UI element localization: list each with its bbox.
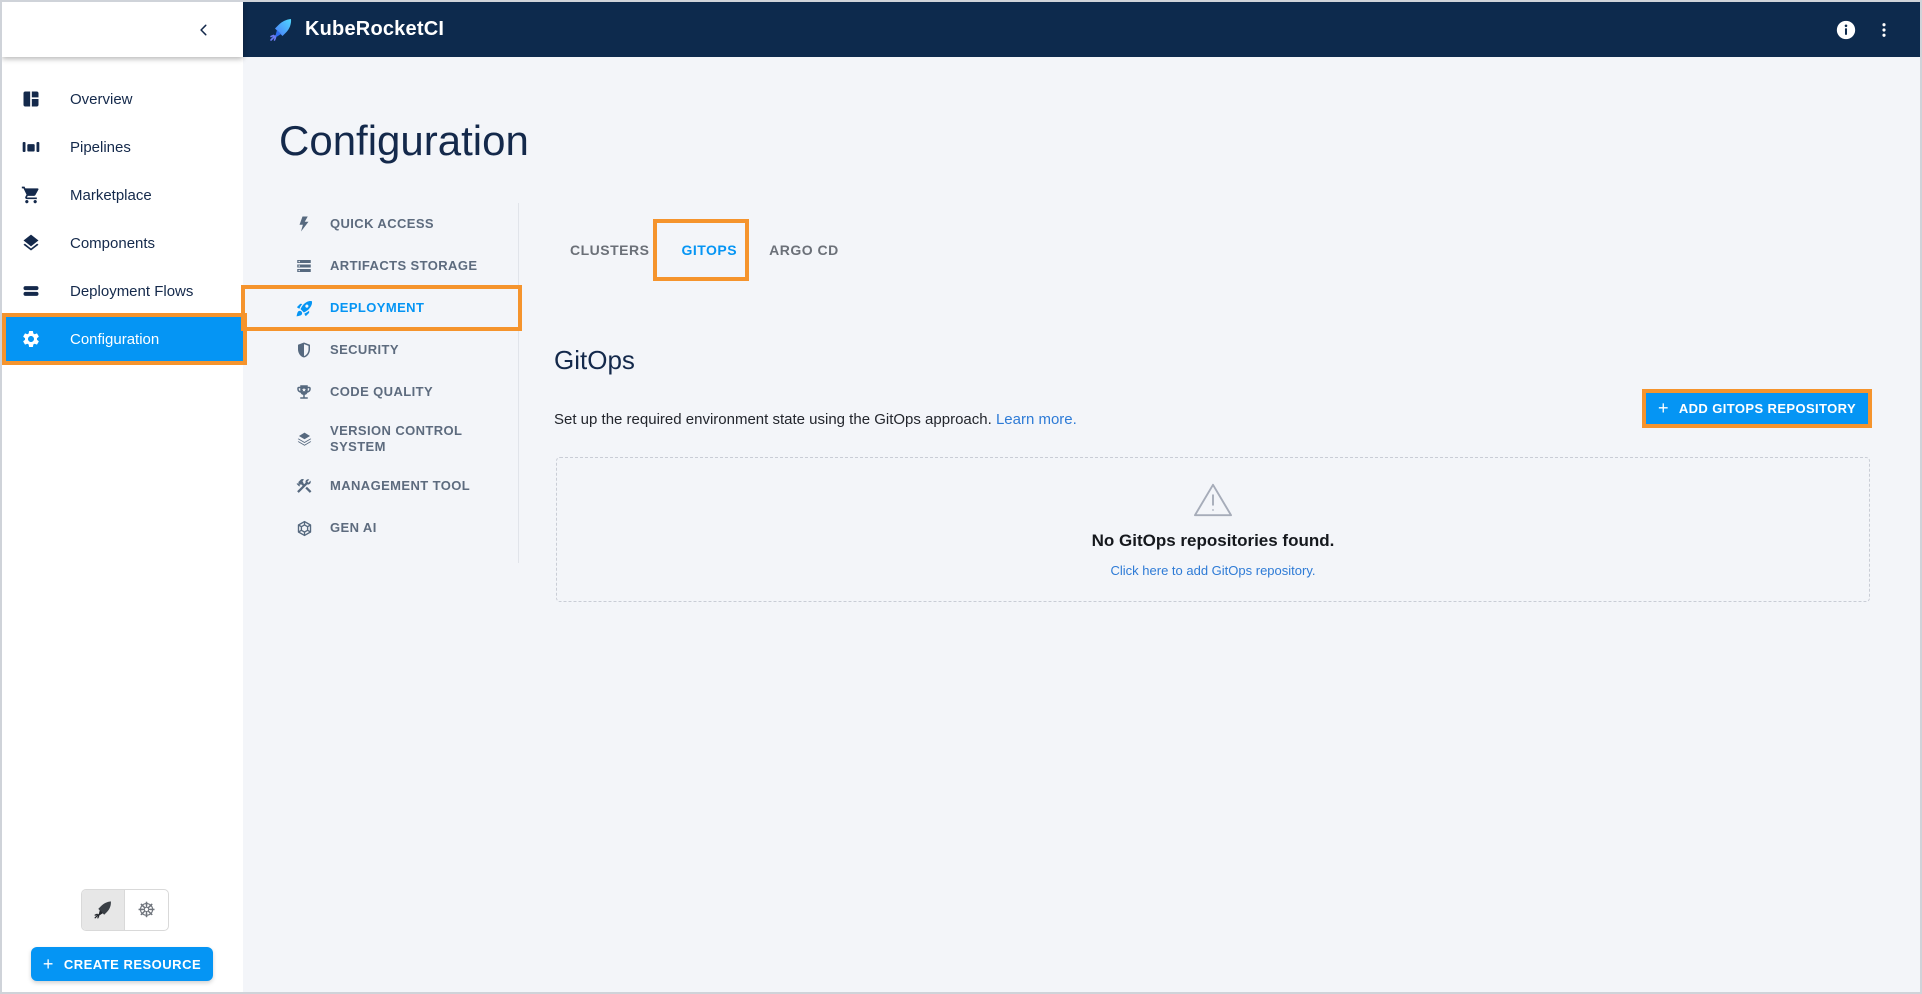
- storage-icon: [294, 256, 314, 276]
- bolt-icon: [294, 214, 314, 234]
- sidebar-item-pipelines[interactable]: Pipelines: [2, 125, 243, 169]
- sidebar-item-label: Marketplace: [70, 187, 152, 204]
- config-nav-security[interactable]: SECURITY: [243, 329, 518, 371]
- sidebar-item-label: Configuration: [70, 331, 159, 348]
- brand: KubeRocketCI: [267, 16, 444, 44]
- empty-state-add-link[interactable]: Click here to add GitOps repository.: [1111, 563, 1316, 578]
- sidebar-nav: Overview Pipelines Marketplace: [2, 57, 243, 361]
- annotation-add-gitops-repository: + ADD GITOPS REPOSITORY: [1642, 389, 1872, 428]
- shield-icon: [294, 340, 314, 360]
- pipelines-icon: [20, 136, 42, 158]
- sidebar-item-label: Components: [70, 235, 155, 252]
- sidebar-item-deployment-flows[interactable]: Deployment Flows: [2, 269, 243, 313]
- empty-state-title: No GitOps repositories found.: [1092, 531, 1335, 551]
- kubernetes-view-toggle[interactable]: ☸: [125, 890, 168, 930]
- gitops-empty-state: No GitOps repositories found. Click here…: [556, 457, 1870, 602]
- gitops-tabs: CLUSTERS GITOPS ARGO CD: [554, 235, 855, 265]
- kuberocketci-view-toggle[interactable]: [82, 890, 125, 930]
- plus-icon: +: [1658, 399, 1669, 417]
- top-app-bar: KubeRocketCI: [243, 2, 1920, 57]
- tab-gitops[interactable]: GITOPS: [665, 235, 753, 265]
- config-nav-label: GEN AI: [330, 520, 377, 536]
- sidebar-item-configuration[interactable]: Configuration: [2, 317, 243, 361]
- sidebar-item-components[interactable]: Components: [2, 221, 243, 265]
- page-title: Configuration: [279, 117, 529, 165]
- create-resource-label: CREATE RESOURCE: [64, 957, 201, 972]
- quill-rocket-icon: [92, 899, 114, 921]
- gear-icon: [20, 328, 42, 350]
- sidebar-item-label: Pipelines: [70, 139, 131, 156]
- tab-argo-cd[interactable]: ARGO CD: [753, 235, 855, 265]
- kebab-menu-icon[interactable]: [1872, 18, 1896, 42]
- config-nav-gen-ai[interactable]: GEN AI: [243, 507, 518, 549]
- layers-icon: [294, 429, 314, 449]
- config-nav-code-quality[interactable]: CODE QUALITY: [243, 371, 518, 413]
- main-content: Configuration QUICK ACCESS ARTIFACTS STO…: [243, 57, 1920, 992]
- config-nav-quick-access[interactable]: QUICK ACCESS: [243, 203, 518, 245]
- overview-icon: [20, 88, 42, 110]
- add-gitops-repository-button[interactable]: + ADD GITOPS REPOSITORY: [1646, 393, 1868, 424]
- kuberocketci-logo-icon: [267, 16, 295, 44]
- config-nav-label: SECURITY: [330, 342, 399, 358]
- gitops-description-text: Set up the required environment state us…: [554, 411, 992, 428]
- add-gitops-repository-label: ADD GITOPS REPOSITORY: [1679, 401, 1856, 416]
- config-nav-label: CODE QUALITY: [330, 384, 433, 400]
- sidebar-item-overview[interactable]: Overview: [2, 77, 243, 121]
- config-nav-label: ARTIFACTS STORAGE: [330, 258, 477, 274]
- learn-more-link[interactable]: Learn more.: [996, 411, 1077, 428]
- view-toggle-group: ☸: [81, 889, 169, 931]
- trophy-icon: [294, 382, 314, 402]
- plus-icon: +: [43, 955, 54, 973]
- app-window: KubeRocketCI Overview: [0, 0, 1922, 994]
- config-nav-artifacts-storage[interactable]: ARTIFACTS STORAGE: [243, 245, 518, 287]
- rocket-icon: [294, 298, 314, 318]
- sidebar-item-label: Deployment Flows: [70, 283, 193, 300]
- gitops-description: Set up the required environment state us…: [554, 411, 1077, 428]
- sidebar: Overview Pipelines Marketplace: [2, 57, 243, 992]
- config-nav-version-control-system[interactable]: VERSION CONTROL SYSTEM: [243, 413, 518, 465]
- warning-triangle-icon: [1192, 481, 1234, 519]
- marketplace-icon: [20, 184, 42, 206]
- configuration-nav: QUICK ACCESS ARTIFACTS STORAGE DEPLOYMEN…: [243, 203, 519, 563]
- config-nav-label: QUICK ACCESS: [330, 216, 434, 232]
- tools-icon: [294, 476, 314, 496]
- deployment-flows-icon: [20, 280, 42, 302]
- config-nav-deployment[interactable]: DEPLOYMENT: [243, 287, 518, 329]
- chevron-left-icon[interactable]: [197, 23, 211, 37]
- config-nav-label: VERSION CONTROL SYSTEM: [330, 423, 480, 455]
- gen-ai-icon: [294, 518, 314, 538]
- components-icon: [20, 232, 42, 254]
- sidebar-item-marketplace[interactable]: Marketplace: [2, 173, 243, 217]
- sidebar-item-label: Overview: [70, 91, 133, 108]
- app-title: KubeRocketCI: [305, 18, 444, 41]
- config-nav-label: DEPLOYMENT: [330, 300, 424, 316]
- sidebar-collapse-header: [2, 2, 243, 57]
- info-icon[interactable]: [1834, 18, 1858, 42]
- config-nav-label: MANAGEMENT TOOL: [330, 478, 470, 494]
- config-nav-management-tool[interactable]: MANAGEMENT TOOL: [243, 465, 518, 507]
- kubernetes-wheel-icon: ☸: [137, 900, 156, 921]
- tab-clusters[interactable]: CLUSTERS: [554, 235, 665, 265]
- gitops-section-title: GitOps: [554, 345, 635, 376]
- create-resource-button[interactable]: + CREATE RESOURCE: [31, 947, 213, 981]
